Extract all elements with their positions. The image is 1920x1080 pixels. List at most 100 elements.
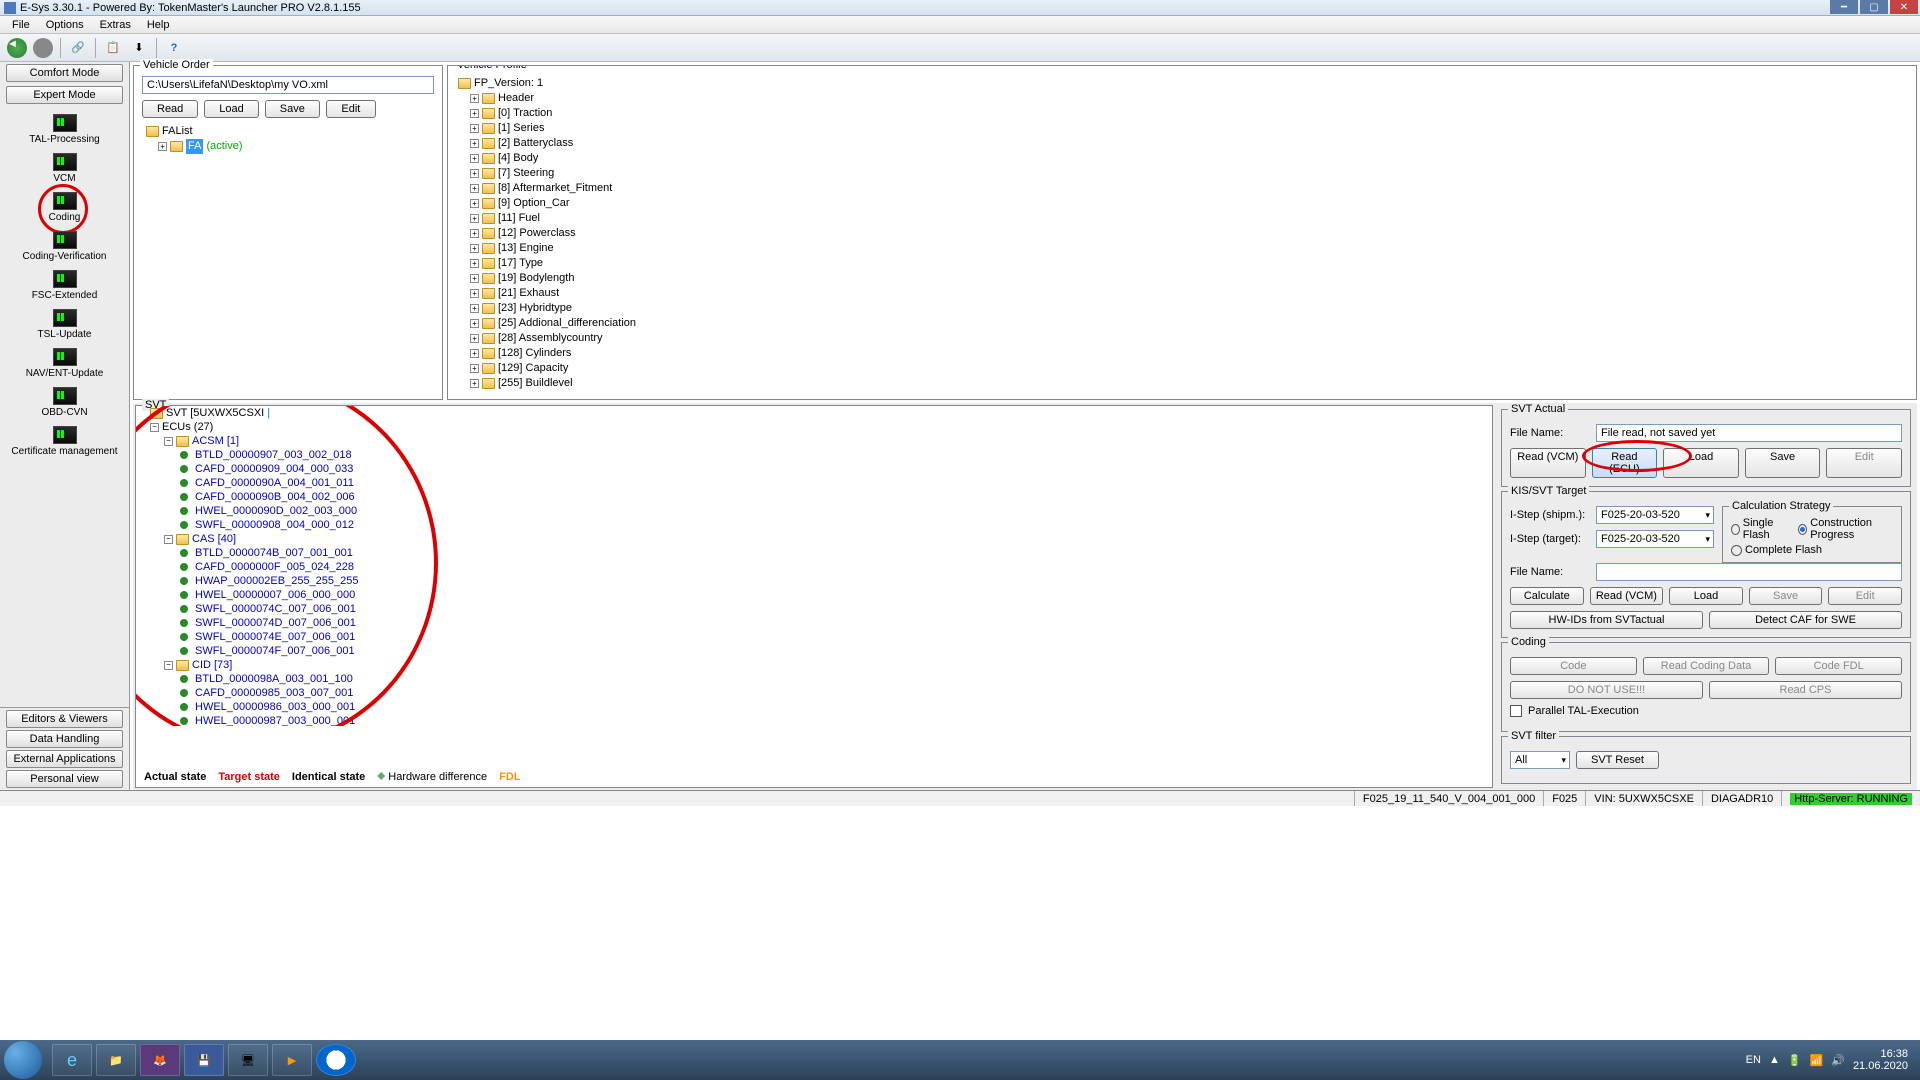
kis-edit-button[interactable]: Edit — [1828, 587, 1902, 605]
vp-tree-item[interactable]: +[23] Hybridtype — [456, 301, 1908, 316]
svt-reset-button[interactable]: SVT Reset — [1576, 751, 1659, 769]
svt-file-item[interactable]: HWEL_00000986_003_000_001 — [136, 700, 1492, 714]
vp-tree-item[interactable]: +[2] Batteryclass — [456, 136, 1908, 151]
sidebar-item-nav-ent-update[interactable]: NAV/ENT-Update — [0, 344, 129, 383]
sidebar-item-certificate-management[interactable]: Certificate management — [0, 422, 129, 461]
tree-expand-icon[interactable]: + — [158, 142, 167, 151]
tree-expand-icon[interactable]: + — [470, 304, 479, 313]
kis-read-vcm-button[interactable]: Read (VCM) — [1590, 587, 1664, 605]
toolbar-stop-button[interactable] — [32, 37, 54, 59]
complete-flash-radio[interactable]: Complete Flash — [1731, 544, 1822, 556]
read-vcm-button[interactable]: Read (VCM) — [1510, 448, 1586, 478]
falist-tree-item[interactable]: FAList — [142, 124, 434, 139]
toolbar-connect-icon[interactable]: 🔗 — [67, 37, 89, 59]
menu-extras[interactable]: Extras — [92, 17, 139, 33]
vp-tree-item[interactable]: +[1] Series — [456, 121, 1908, 136]
sidebar-item-vcm[interactable]: VCM — [0, 149, 129, 188]
tray-flag-icon[interactable]: ▲ — [1769, 1054, 1780, 1066]
window-minimize-button[interactable]: ━ — [1830, 0, 1858, 14]
vp-tree-item[interactable]: +[9] Option_Car — [456, 196, 1908, 211]
vp-tree-item[interactable]: +[128] Cylinders — [456, 346, 1908, 361]
vp-tree-item[interactable]: +[12] Powerclass — [456, 226, 1908, 241]
expert-mode-button[interactable]: Expert Mode — [6, 86, 123, 104]
svt-ecu-node[interactable]: −CAS [40] — [136, 532, 1492, 546]
toolbar-paste-icon[interactable]: 📋 — [102, 37, 124, 59]
svt-file-item[interactable]: BTLD_00000907_003_002_018 — [136, 448, 1492, 462]
vehicle-order-path-input[interactable] — [142, 76, 434, 94]
read-cps-button[interactable]: Read CPS — [1709, 681, 1902, 699]
tree-expand-icon[interactable]: + — [470, 319, 479, 328]
svt-ecu-node[interactable]: −CID [73] — [136, 658, 1492, 672]
tree-expand-icon[interactable]: + — [470, 229, 479, 238]
fa-tree-item[interactable]: + FA (active) — [142, 139, 434, 154]
svt-file-item[interactable]: SWFL_0000074F_007_006_001 — [136, 644, 1492, 658]
svt-file-item[interactable]: CAFD_00000909_004_000_033 — [136, 462, 1492, 476]
vp-tree-item[interactable]: +[8] Aftermarket_Fitment — [456, 181, 1908, 196]
tree-expand-icon[interactable]: + — [470, 364, 479, 373]
toolbar-back-button[interactable]: ◄ — [6, 37, 28, 59]
donotuse-button[interactable]: DO NOT USE!!! — [1510, 681, 1703, 699]
svt-load-button[interactable]: Load — [1663, 448, 1739, 478]
tree-expand-icon[interactable]: + — [470, 214, 479, 223]
svt-file-item[interactable]: CAFD_0000090A_004_001_011 — [136, 476, 1492, 490]
menu-help[interactable]: Help — [139, 17, 178, 33]
toolbar-help-icon[interactable]: ? — [163, 37, 185, 59]
vp-tree-item[interactable]: +[0] Traction — [456, 106, 1908, 121]
toolbar-download-icon[interactable]: ⬇ — [128, 37, 150, 59]
menu-options[interactable]: Options — [38, 17, 92, 33]
tree-expand-icon[interactable]: + — [470, 334, 479, 343]
tray-clock[interactable]: 16:38 21.06.2020 — [1853, 1048, 1908, 1072]
tray-sound-icon[interactable]: 🔊 — [1831, 1054, 1845, 1067]
hwids-button[interactable]: HW-IDs from SVTactual — [1510, 611, 1703, 629]
svt-file-item[interactable]: HWEL_00000987_003_000_001 — [136, 714, 1492, 726]
svt-file-item[interactable]: CAFD_00000985_003_007_001 — [136, 686, 1492, 700]
tree-collapse-icon[interactable]: − — [164, 535, 173, 544]
svt-save-button[interactable]: Save — [1745, 448, 1821, 478]
sidebar-item-fsc-extended[interactable]: FSC-Extended — [0, 266, 129, 305]
vp-tree-item[interactable]: +[25] Addional_differenciation — [456, 316, 1908, 331]
tree-collapse-icon[interactable]: − — [150, 423, 159, 432]
tree-expand-icon[interactable]: + — [470, 274, 479, 283]
read-ecu-button[interactable]: Read (ECU) — [1592, 448, 1658, 478]
svt-tree[interactable]: SVT [5UXWX5CSXI |−ECUs (27)−ACSM [1]BTLD… — [136, 406, 1492, 726]
window-close-button[interactable]: ✕ — [1890, 0, 1918, 14]
read-coding-button[interactable]: Read Coding Data — [1643, 657, 1770, 675]
vp-tree-item[interactable]: +[7] Steering — [456, 166, 1908, 181]
svt-edit-button[interactable]: Edit — [1826, 448, 1902, 478]
vp-tree-item[interactable]: +[19] Bodylength — [456, 271, 1908, 286]
svt-filter-combo[interactable]: All — [1510, 751, 1570, 769]
svt-file-item[interactable]: BTLD_0000074B_007_001_001 — [136, 546, 1492, 560]
tree-collapse-icon[interactable]: − — [164, 661, 173, 670]
vo-read-button[interactable]: Read — [142, 100, 198, 118]
taskbar-ie-icon[interactable]: e — [52, 1044, 92, 1076]
vp-tree-item[interactable]: +[129] Capacity — [456, 361, 1908, 376]
svt-ecu-node[interactable]: −ACSM [1] — [136, 434, 1492, 448]
istep-shipm-combo[interactable]: F025-20-03-520 — [1596, 506, 1714, 524]
tree-expand-icon[interactable]: + — [470, 94, 479, 103]
detect-caf-button[interactable]: Detect CAF for SWE — [1709, 611, 1902, 629]
taskbar-media-icon[interactable]: ▶ — [272, 1044, 312, 1076]
tree-expand-icon[interactable]: + — [470, 139, 479, 148]
tree-expand-icon[interactable]: + — [470, 184, 479, 193]
tree-expand-icon[interactable]: + — [470, 289, 479, 298]
taskbar-explorer-icon[interactable]: 📁 — [96, 1044, 136, 1076]
start-button[interactable] — [4, 1041, 42, 1079]
tree-collapse-icon[interactable]: − — [164, 437, 173, 446]
tree-expand-icon[interactable]: + — [470, 199, 479, 208]
vp-tree-item[interactable]: +[13] Engine — [456, 241, 1908, 256]
svt-file-item[interactable]: CAFD_0000090B_004_002_006 — [136, 490, 1492, 504]
construction-radio[interactable]: Construction Progress — [1798, 517, 1893, 541]
calculate-button[interactable]: Calculate — [1510, 587, 1584, 605]
tree-expand-icon[interactable]: + — [470, 154, 479, 163]
window-maximize-button[interactable]: ▢ — [1860, 0, 1888, 14]
vo-save-button[interactable]: Save — [265, 100, 320, 118]
vp-tree-item[interactable]: +Header — [456, 91, 1908, 106]
svt-file-item[interactable]: SWFL_0000074D_007_006_001 — [136, 616, 1492, 630]
tray-network-icon[interactable]: 📶 — [1810, 1054, 1824, 1067]
kis-load-button[interactable]: Load — [1669, 587, 1743, 605]
taskbar-save-icon[interactable]: 💾 — [184, 1044, 224, 1076]
tray-lang[interactable]: EN — [1746, 1054, 1761, 1066]
external-apps-button[interactable]: External Applications — [6, 750, 123, 768]
istep-target-combo[interactable]: F025-20-03-520 — [1596, 530, 1714, 548]
taskbar-app-icon[interactable]: 🖥 — [228, 1044, 268, 1076]
